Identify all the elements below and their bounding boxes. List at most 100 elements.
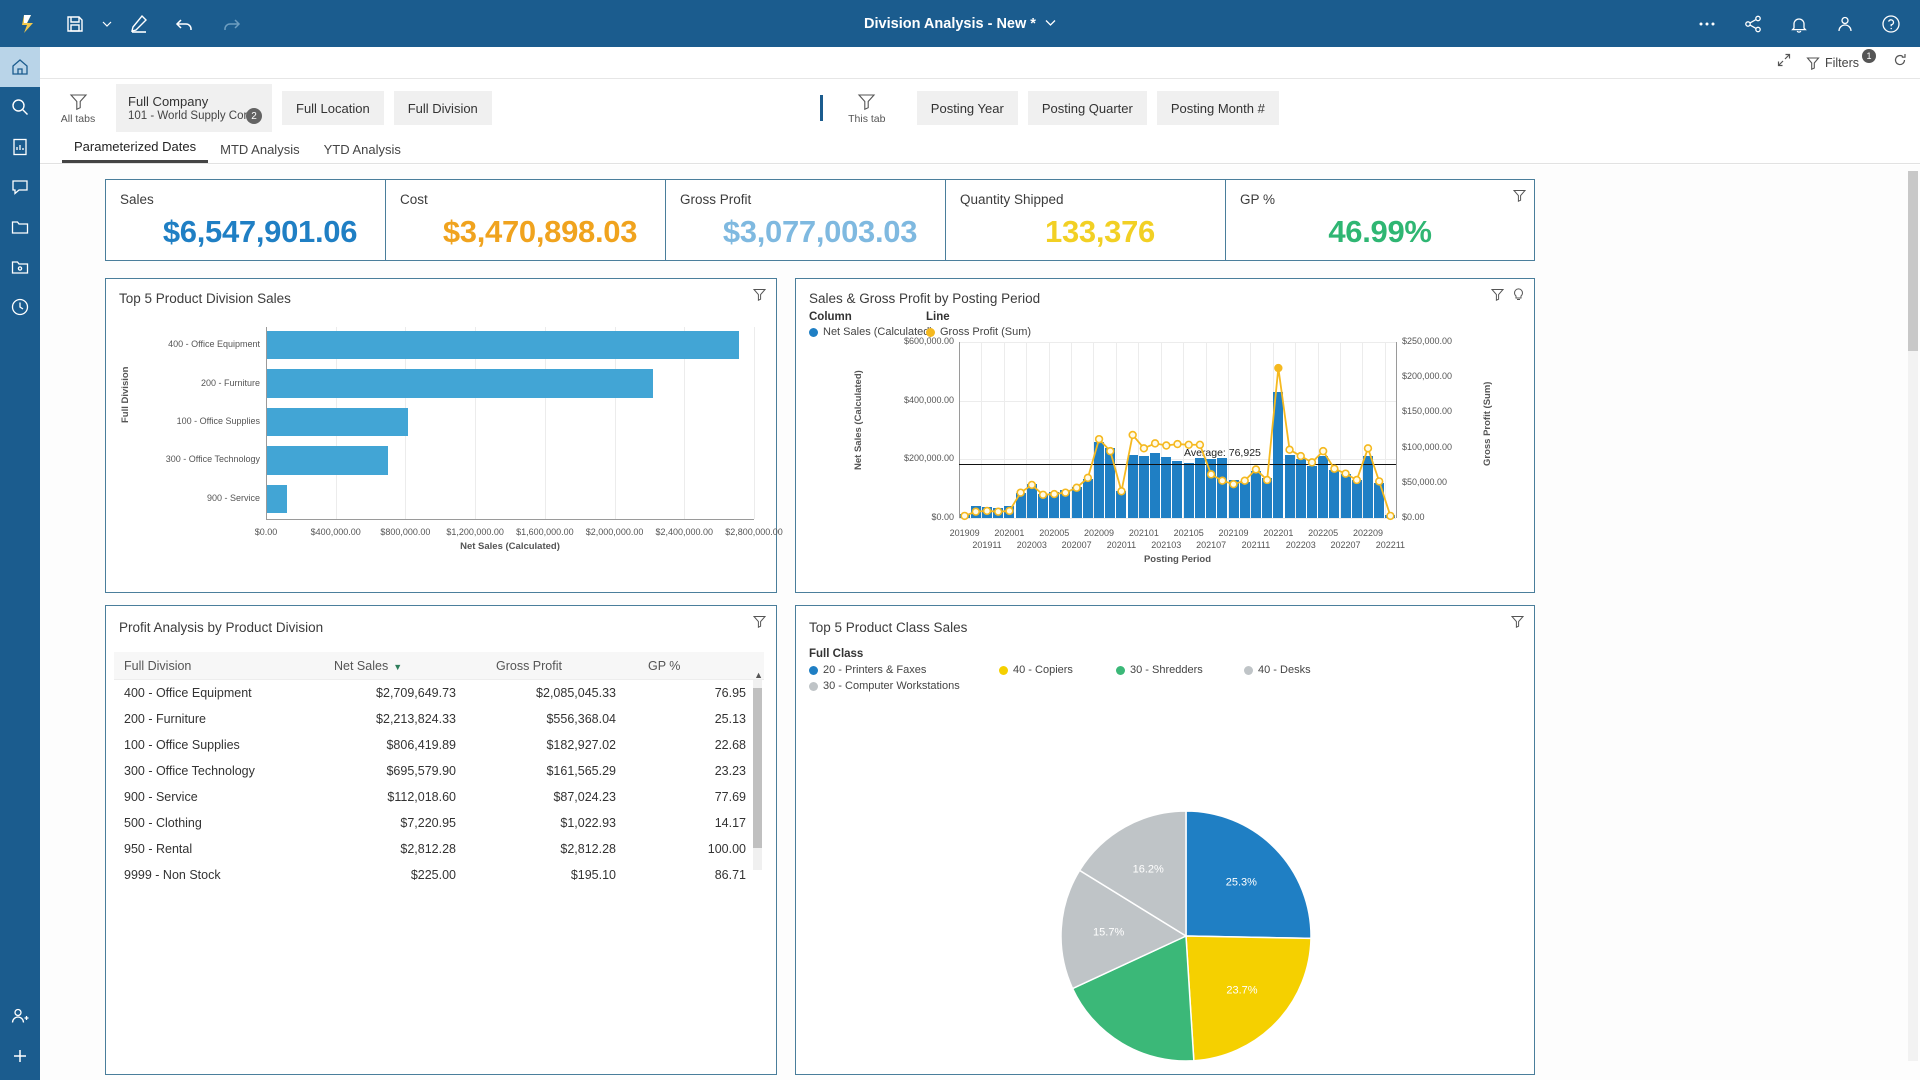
table-scrollbar-thumb[interactable] xyxy=(753,688,762,848)
bar-segment[interactable] xyxy=(1340,474,1351,518)
filter-chip-full-location[interactable]: Full Location xyxy=(282,91,384,125)
bar-segment[interactable] xyxy=(1060,490,1071,518)
bar-segment[interactable] xyxy=(1362,456,1373,518)
tab-parameterized-dates[interactable]: Parameterized Dates xyxy=(62,139,209,163)
filter-chip-posting-year[interactable]: Posting Year xyxy=(916,91,1018,125)
bar-segment[interactable] xyxy=(1306,465,1317,518)
tab-ytd-analysis[interactable]: YTD Analysis xyxy=(312,142,413,163)
table-row[interactable]: 9999 - Non Stock $225.00 $195.10 86.71 xyxy=(114,862,764,888)
kpi-card-gp-percent[interactable]: GP % 46.99% xyxy=(1225,179,1535,261)
bar-segment[interactable] xyxy=(1015,492,1026,518)
bar-segment[interactable] xyxy=(1250,471,1261,518)
save-dropdown-caret[interactable] xyxy=(98,1,116,47)
bar-segment[interactable] xyxy=(1105,448,1116,518)
bar-segment[interactable] xyxy=(1228,479,1239,518)
tab-mtd-analysis[interactable]: MTD Analysis xyxy=(208,142,311,163)
bar-segment[interactable] xyxy=(1026,483,1037,518)
bar-segment[interactable] xyxy=(1004,506,1015,518)
panel-profit-analysis-by-product-division[interactable]: Profit Analysis by Product Division Full… xyxy=(105,605,777,1075)
sidebar-item-recent[interactable] xyxy=(0,287,40,327)
bar-segment[interactable] xyxy=(1217,457,1228,518)
app-logo[interactable] xyxy=(8,1,52,47)
table-row[interactable]: 900 - Service $112,018.60 $87,024.23 77.69 xyxy=(114,784,764,810)
sidebar-item-search[interactable] xyxy=(0,87,40,127)
share-icon[interactable] xyxy=(1730,1,1776,47)
bar-segment[interactable] xyxy=(1049,492,1060,518)
help-icon[interactable] xyxy=(1868,1,1914,47)
column-header-gp-percent[interactable]: GP % xyxy=(634,659,764,673)
sidebar-item-new[interactable] xyxy=(0,1036,40,1076)
bar-segment[interactable] xyxy=(1262,478,1273,518)
bar-segment[interactable] xyxy=(267,446,389,475)
more-icon[interactable] xyxy=(1684,1,1730,47)
bar-segment[interactable] xyxy=(1374,482,1385,518)
bar-segment[interactable] xyxy=(1038,493,1049,518)
bar-segment[interactable] xyxy=(267,407,408,437)
reset-icon[interactable] xyxy=(1892,52,1908,73)
bar-segment[interactable] xyxy=(1161,456,1172,518)
bar-segment[interactable] xyxy=(1385,515,1396,518)
sidebar-item-home[interactable] xyxy=(0,47,40,87)
bar-segment[interactable] xyxy=(959,514,970,518)
bar-segment[interactable] xyxy=(1172,460,1183,518)
filters-button[interactable]: Filters 1 xyxy=(1806,48,1878,70)
funnel-icon[interactable] xyxy=(1512,189,1527,207)
filter-chip-posting-month[interactable]: Posting Month # xyxy=(1156,91,1279,125)
bar-segment[interactable] xyxy=(267,484,287,513)
this-tab-filter-button[interactable]: This tab xyxy=(829,92,905,125)
filter-chip-posting-quarter[interactable]: Posting Quarter xyxy=(1027,91,1147,125)
bar-segment[interactable] xyxy=(982,507,992,518)
bar-segment[interactable] xyxy=(1183,462,1194,518)
bar-segment[interactable] xyxy=(1206,459,1217,518)
column-header-full-division[interactable]: Full Division xyxy=(114,659,314,673)
table-row[interactable]: 200 - Furniture $2,213,824.33 $556,368.04 2… xyxy=(114,706,764,732)
table-row[interactable]: 500 - Clothing $7,220.95 $1,022.93 14.17 xyxy=(114,810,764,836)
bar-segment[interactable] xyxy=(993,508,1004,518)
bar-segment[interactable] xyxy=(1094,441,1105,518)
page-title[interactable]: Division Analysis - New * xyxy=(864,16,1036,32)
bar-segment[interactable] xyxy=(267,369,653,398)
kpi-card-quantity-shipped[interactable]: Quantity Shipped 133,376 xyxy=(945,179,1255,261)
sidebar-item-add-user[interactable] xyxy=(0,996,40,1036)
filter-chip-full-division[interactable]: Full Division xyxy=(393,91,492,125)
bar-segment[interactable] xyxy=(970,506,981,518)
bar-segment[interactable] xyxy=(1273,391,1284,518)
bar-segment[interactable] xyxy=(1082,479,1093,518)
sidebar-item-discussions[interactable] xyxy=(0,167,40,207)
bar-segment[interactable] xyxy=(267,331,740,360)
funnel-icon[interactable] xyxy=(752,615,767,633)
table-row[interactable]: 300 - Office Technology $695,579.90 $161,5… xyxy=(114,758,764,784)
all-tabs-filter-button[interactable]: All tabs xyxy=(40,92,116,125)
sidebar-item-folders[interactable] xyxy=(0,207,40,247)
pie-slice[interactable] xyxy=(1185,810,1312,940)
notifications-icon[interactable] xyxy=(1776,1,1822,47)
panel-sales-gross-profit-by-posting-period[interactable]: Sales & Gross Profit by Posting Period C… xyxy=(795,278,1535,593)
sidebar-item-reports[interactable] xyxy=(0,127,40,167)
sidebar-item-my-content[interactable] xyxy=(0,247,40,287)
column-header-net-sales[interactable]: Net Sales ▼ xyxy=(314,659,474,673)
bar-segment[interactable] xyxy=(1351,480,1362,518)
kpi-card-gross-profit[interactable]: Gross Profit $3,077,003.03 xyxy=(665,179,975,261)
bar-segment[interactable] xyxy=(1295,459,1306,518)
canvas-scrollbar-thumb[interactable] xyxy=(1908,171,1918,351)
pie-slice[interactable] xyxy=(1185,935,1312,1062)
filter-chip-full-company[interactable]: Full Company 101 - World Supply Corpo 2 xyxy=(116,84,272,132)
bar-segment[interactable] xyxy=(1071,487,1082,518)
table-row[interactable]: 400 - Office Equipment $2,709,649.73 $2,08… xyxy=(114,680,764,706)
save-button[interactable] xyxy=(52,1,98,47)
table-row[interactable]: 100 - Office Supplies $806,419.89 $182,927… xyxy=(114,732,764,758)
chevron-down-icon[interactable] xyxy=(1045,16,1056,32)
kpi-card-sales[interactable]: Sales $6,547,901.06 xyxy=(105,179,415,261)
table-scroll-up-arrow[interactable]: ▲ xyxy=(754,670,763,680)
bar-segment[interactable] xyxy=(1116,491,1127,518)
bar-segment[interactable] xyxy=(1329,470,1340,518)
panel-top-5-product-division-sales[interactable]: Top 5 Product Division Sales $0.00 $400,0… xyxy=(105,278,783,593)
column-header-gross-profit[interactable]: Gross Profit xyxy=(474,659,634,673)
expand-icon[interactable] xyxy=(1776,52,1792,73)
user-icon[interactable] xyxy=(1822,1,1868,47)
table-row[interactable]: 950 - Rental $2,812.28 $2,812.28 100.00 xyxy=(114,836,764,862)
redo-button[interactable] xyxy=(208,1,254,47)
edit-pencil-button[interactable] xyxy=(116,1,162,47)
bar-segment[interactable] xyxy=(1194,458,1205,518)
bar-segment[interactable] xyxy=(1239,481,1250,518)
